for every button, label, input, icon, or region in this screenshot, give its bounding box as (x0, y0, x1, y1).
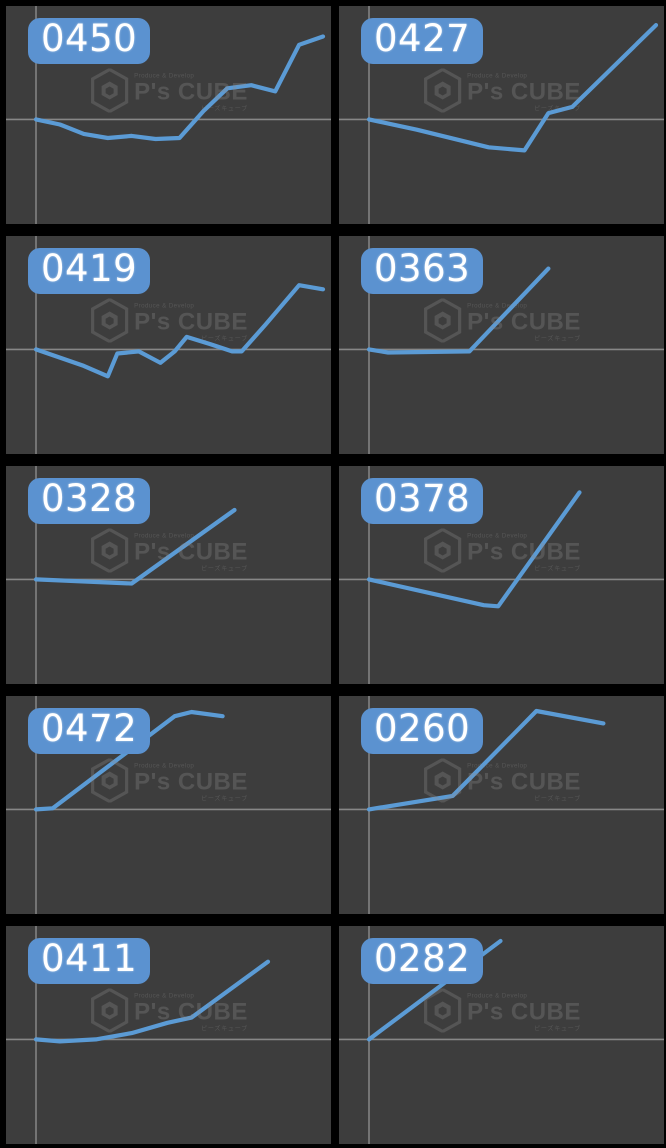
panel-id-badge[interactable]: 0378 (361, 478, 484, 524)
panel-id-badge[interactable]: 0363 (361, 248, 484, 294)
panel-id-badge[interactable]: 0419 (28, 248, 151, 294)
chart-panel[interactable]: Produce & Develop P's CUBE ピーズキューブ 0282 (339, 926, 664, 1144)
panel-id-badge[interactable]: 0427 (361, 18, 484, 64)
chart-panel[interactable]: Produce & Develop P's CUBE ピーズキューブ 0472 (6, 696, 331, 914)
panel-id-badge[interactable]: 0328 (28, 478, 151, 524)
chart-panel[interactable]: Produce & Develop P's CUBE ピーズキューブ 0419 (6, 236, 331, 454)
panel-id-badge[interactable]: 0472 (28, 708, 151, 754)
chart-panel[interactable]: Produce & Develop P's CUBE ピーズキューブ 0411 (6, 926, 331, 1144)
chart-panel[interactable]: Produce & Develop P's CUBE ピーズキューブ 0260 (339, 696, 664, 914)
chart-panel[interactable]: Produce & Develop P's CUBE ピーズキューブ 0328 (6, 466, 331, 684)
chart-panel[interactable]: Produce & Develop P's CUBE ピーズキューブ 0427 (339, 6, 664, 224)
panel-id-badge[interactable]: 0411 (28, 938, 151, 984)
chart-panel[interactable]: Produce & Develop P's CUBE ピーズキューブ 0363 (339, 236, 664, 454)
chart-panel[interactable]: Produce & Develop P's CUBE ピーズキューブ 0378 (339, 466, 664, 684)
panel-id-badge[interactable]: 0260 (361, 708, 484, 754)
series-line (33, 283, 326, 379)
panel-id-badge[interactable]: 0282 (361, 938, 484, 984)
chart-panel[interactable]: Produce & Develop P's CUBE ピーズキューブ 0450 (6, 6, 331, 224)
chart-grid: Produce & Develop P's CUBE ピーズキューブ 0450 Prod… (0, 0, 666, 1148)
panel-id-badge[interactable]: 0450 (28, 18, 151, 64)
